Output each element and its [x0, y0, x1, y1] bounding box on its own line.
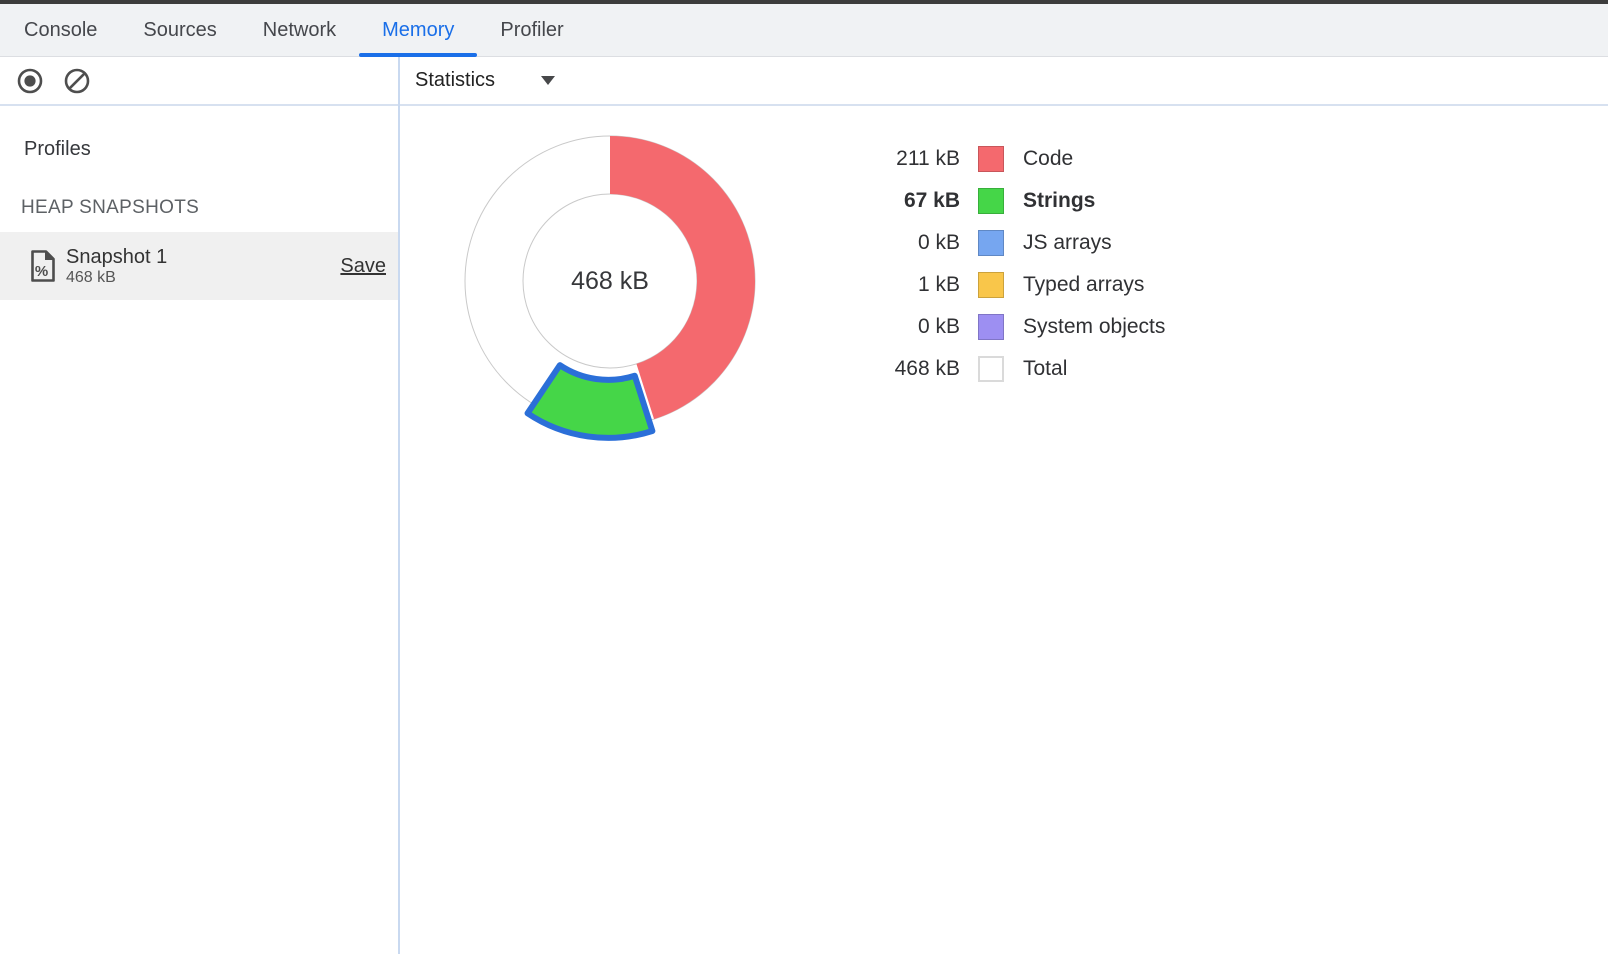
memory-panel-toolbar: Statistics: [0, 57, 1608, 106]
clear-profiles-button[interactable]: [62, 66, 92, 96]
snapshot-info: Snapshot 1 468 kB: [66, 246, 340, 287]
legend-value: 211 kB: [840, 147, 960, 171]
legend-value: 1 kB: [840, 273, 960, 297]
legend-swatch-total: [978, 356, 1004, 382]
legend-row-typed-arrays[interactable]: 1 kB Typed arrays: [840, 264, 1165, 306]
statistics-view: 468 kB 211 kB Code 67 kB Strings 0 kB JS arra…: [400, 106, 1608, 954]
clear-icon: [62, 66, 92, 96]
legend-label: System objects: [1023, 315, 1165, 339]
profile-controls: [0, 57, 399, 104]
perspective-select[interactable]: Statistics: [407, 65, 563, 96]
profiles-heading: Profiles: [24, 138, 398, 161]
legend-value: 0 kB: [840, 231, 960, 255]
snapshot-title: Snapshot 1: [66, 246, 340, 268]
record-icon: [15, 66, 45, 96]
heap-snapshot-file-icon: %: [30, 249, 56, 283]
legend-label: JS arrays: [1023, 231, 1112, 255]
tab-console[interactable]: Console: [1, 4, 120, 56]
legend-label: Strings: [1023, 189, 1095, 213]
heap-snapshots-section-heading: HEAP SNAPSHOTS: [21, 197, 398, 219]
tab-label: Console: [24, 19, 97, 42]
legend-value: 0 kB: [840, 315, 960, 339]
tab-memory[interactable]: Memory: [359, 4, 477, 56]
perspective-select-value: Statistics: [415, 69, 495, 92]
save-snapshot-link[interactable]: Save: [340, 255, 386, 278]
legend-value: 67 kB: [840, 189, 960, 213]
devtools-tab-bar: Console Sources Network Memory Profiler: [0, 4, 1608, 57]
legend-row-code[interactable]: 211 kB Code: [840, 138, 1165, 180]
legend-row-system-objects[interactable]: 0 kB System objects: [840, 306, 1165, 348]
legend-swatch-code: [978, 146, 1004, 172]
tab-network[interactable]: Network: [240, 4, 359, 56]
tab-sources[interactable]: Sources: [120, 4, 239, 56]
legend-swatch-typed-arrays: [978, 272, 1004, 298]
heap-usage-donut-chart: [400, 106, 820, 536]
donut-center-total: 468 kB: [510, 267, 710, 296]
sidebar-item-snapshot-1[interactable]: % Snapshot 1 468 kB Save: [0, 232, 398, 300]
tab-label: Sources: [143, 19, 216, 42]
legend-swatch-js-arrays: [978, 230, 1004, 256]
legend-row-strings[interactable]: 67 kB Strings: [840, 180, 1165, 222]
tab-label: Network: [263, 19, 336, 42]
record-heap-snapshot-button[interactable]: [15, 66, 45, 96]
svg-text:%: %: [35, 263, 48, 280]
tab-label: Profiler: [500, 19, 563, 42]
legend-row-js-arrays[interactable]: 0 kB JS arrays: [840, 222, 1165, 264]
legend-row-total[interactable]: 468 kB Total: [840, 348, 1165, 390]
donut-slice-strings[interactable]: [528, 365, 653, 438]
chart-legend: 211 kB Code 67 kB Strings 0 kB JS arrays 1 kB T…: [840, 138, 1165, 390]
legend-label: Total: [1023, 357, 1067, 381]
legend-label: Code: [1023, 147, 1073, 171]
legend-swatch-strings: [978, 188, 1004, 214]
legend-swatch-system-objects: [978, 314, 1004, 340]
tab-profiler[interactable]: Profiler: [477, 4, 586, 56]
view-toolbar: Statistics: [399, 57, 1608, 104]
snapshot-size: 468 kB: [66, 269, 340, 287]
legend-label: Typed arrays: [1023, 273, 1144, 297]
profiles-sidebar: Profiles HEAP SNAPSHOTS % Snapshot 1 468…: [0, 106, 398, 954]
chevron-down-icon: [541, 76, 555, 85]
tab-label: Memory: [382, 19, 454, 42]
legend-value: 468 kB: [840, 357, 960, 381]
